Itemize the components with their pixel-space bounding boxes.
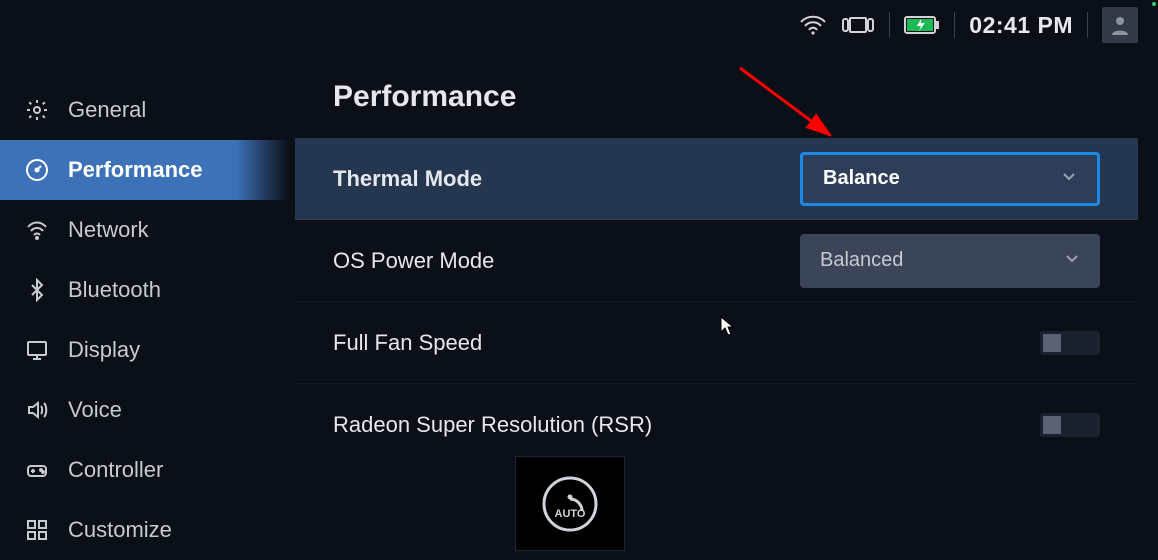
avatar[interactable] — [1102, 7, 1138, 43]
sidebar-item-general[interactable]: General — [0, 80, 295, 140]
gear-icon — [24, 98, 50, 122]
sidebar-item-performance[interactable]: Performance — [0, 140, 295, 200]
setting-rsr[interactable]: Radeon Super Resolution (RSR) — [295, 384, 1138, 466]
monitor-icon — [24, 338, 50, 362]
sidebar-item-label: General — [68, 97, 146, 123]
wifi-icon — [24, 218, 50, 242]
sidebar: General Performance Network — [0, 80, 295, 551]
battery-charging-icon — [904, 15, 940, 35]
dropdown-value: Balanced — [820, 249, 903, 272]
sidebar-item-network[interactable]: Network — [0, 200, 295, 260]
setting-full-fan-speed[interactable]: Full Fan Speed — [295, 302, 1138, 384]
auto-mode-badge[interactable]: AUTO — [515, 456, 625, 551]
clock: 02:41 PM — [969, 12, 1073, 39]
wifi-icon — [799, 14, 827, 36]
sidebar-item-label: Bluetooth — [68, 277, 161, 303]
sidebar-item-label: Performance — [68, 157, 203, 183]
divider — [1087, 12, 1088, 38]
chevron-down-icon — [1061, 167, 1077, 190]
sidebar-item-label: Controller — [68, 457, 163, 483]
chevron-down-icon — [1064, 249, 1080, 272]
full-fan-speed-toggle[interactable] — [1040, 331, 1100, 355]
sidebar-item-label: Customize — [68, 517, 172, 543]
sidebar-item-customize[interactable]: Customize — [0, 500, 295, 560]
setting-label: Thermal Mode — [333, 166, 482, 192]
bluetooth-icon — [24, 278, 50, 302]
status-bar: 02:41 PM — [799, 0, 1158, 50]
main-panel: Performance Thermal Mode Balance OS Powe… — [295, 70, 1138, 551]
speaker-icon — [24, 398, 50, 422]
auto-label: AUTO — [555, 508, 586, 520]
page-title: Performance — [295, 70, 1138, 138]
sidebar-item-display[interactable]: Display — [0, 320, 295, 380]
controller-icon — [24, 458, 50, 482]
setting-label: OS Power Mode — [333, 248, 494, 274]
rsr-toggle[interactable] — [1040, 413, 1100, 437]
os-power-mode-dropdown[interactable]: Balanced — [800, 234, 1100, 288]
grid-icon — [24, 518, 50, 542]
sidebar-item-label: Network — [68, 217, 149, 243]
gauge-icon — [24, 158, 50, 182]
sidebar-item-label: Display — [68, 337, 140, 363]
dropdown-value: Balance — [823, 167, 900, 190]
sidebar-item-bluetooth[interactable]: Bluetooth — [0, 260, 295, 320]
sidebar-item-voice[interactable]: Voice — [0, 380, 295, 440]
sidebar-item-controller[interactable]: Controller — [0, 440, 295, 500]
setting-thermal-mode[interactable]: Thermal Mode Balance — [295, 138, 1138, 220]
setting-os-power-mode[interactable]: OS Power Mode Balanced — [295, 220, 1138, 302]
sidebar-item-label: Voice — [68, 397, 122, 423]
thermal-mode-dropdown[interactable]: Balance — [800, 152, 1100, 206]
divider — [889, 12, 890, 38]
setting-label: Radeon Super Resolution (RSR) — [333, 412, 652, 438]
divider — [954, 12, 955, 38]
handheld-icon — [841, 14, 875, 36]
setting-label: Full Fan Speed — [333, 330, 482, 356]
